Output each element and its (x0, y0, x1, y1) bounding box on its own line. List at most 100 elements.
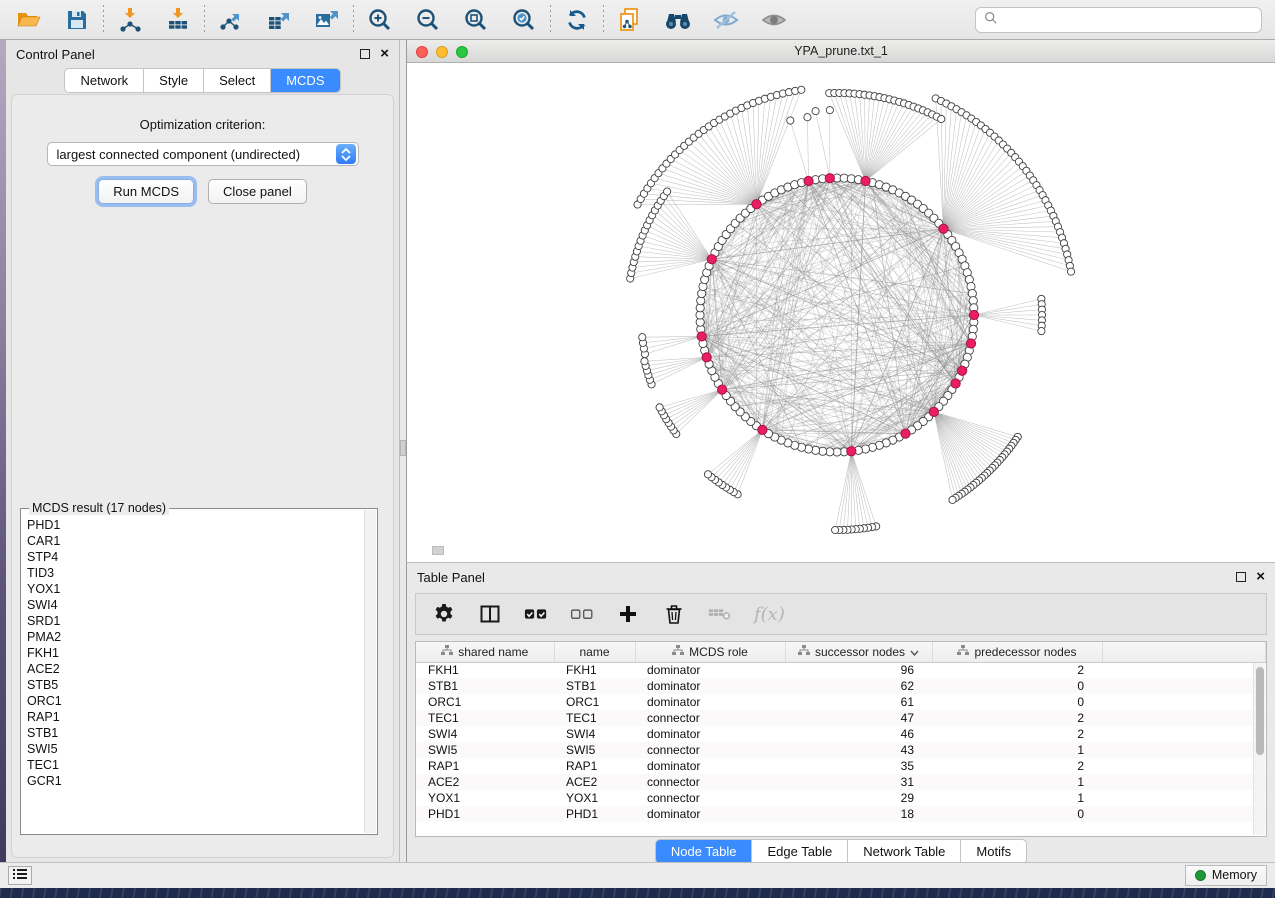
mcds-node-item[interactable]: SWI4 (27, 597, 363, 613)
memory-status-icon (1195, 870, 1206, 881)
search-input[interactable] (1004, 13, 1253, 28)
tab-edge-table[interactable]: Edge Table (752, 840, 848, 863)
tab-network[interactable]: Network (65, 69, 144, 92)
close-panel-button[interactable]: Close panel (208, 179, 307, 204)
mcds-node-item[interactable]: PMA2 (27, 629, 363, 645)
mcds-result-scrollbar[interactable] (364, 510, 376, 833)
optimization-criterion-label: Optimization criterion: (12, 117, 393, 132)
toolbar-separator (204, 5, 205, 35)
table-scrollbar[interactable] (1253, 663, 1265, 835)
table-row[interactable]: TEC1TEC1connector472 (416, 710, 1266, 726)
memory-button[interactable]: Memory (1185, 865, 1267, 886)
table-row[interactable]: SWI4SWI4dominator462 (416, 726, 1266, 742)
mcds-node-item[interactable]: PHD1 (27, 517, 363, 533)
mcds-node-item[interactable]: TEC1 (27, 757, 363, 773)
control-panel-header: Control Panel × (6, 40, 399, 68)
control-panel: Control Panel × NetworkStyleSelectMCDS O… (6, 40, 400, 862)
tab-select[interactable]: Select (204, 69, 271, 92)
table-row[interactable]: ACE2ACE2connector311 (416, 774, 1266, 790)
network-titlebar[interactable]: YPA_prune.txt_1 (407, 40, 1275, 63)
sort-descending-icon[interactable] (910, 645, 919, 659)
column-header-MCDS-role[interactable]: MCDS role (635, 642, 785, 662)
export-network-icon[interactable] (210, 4, 252, 36)
mcds-node-item[interactable]: SWI5 (27, 741, 363, 757)
mcds-node-item[interactable]: STB5 (27, 677, 363, 693)
mcds-node-item[interactable]: FKH1 (27, 645, 363, 661)
table-row[interactable]: PHD1PHD1dominator180 (416, 806, 1266, 822)
tree-icon (957, 645, 969, 659)
table-row[interactable]: YOX1YOX1connector291 (416, 790, 1266, 806)
table-row[interactable]: FKH1FKH1dominator962 (416, 662, 1266, 678)
network-canvas[interactable] (407, 63, 1275, 561)
import-network-icon[interactable] (109, 4, 151, 36)
network-graph[interactable] (407, 63, 1275, 561)
duplicate-network-icon[interactable] (609, 4, 651, 36)
minimize-window-icon[interactable] (436, 46, 448, 58)
tab-style[interactable]: Style (144, 69, 204, 92)
table-row[interactable]: RAP1RAP1dominator352 (416, 758, 1266, 774)
search-binoculars-icon[interactable] (657, 4, 699, 36)
mcds-node-item[interactable]: STB1 (27, 725, 363, 741)
criterion-dropdown[interactable]: largest connected component (undirected) (47, 142, 359, 166)
table-row[interactable]: SWI5SWI5connector431 (416, 742, 1266, 758)
show-all-icon[interactable] (753, 4, 795, 36)
hide-selected-icon[interactable] (705, 4, 747, 36)
delete-table-icon (708, 602, 732, 626)
column-header-successor-nodes[interactable]: successor nodes (785, 642, 932, 662)
export-image-icon[interactable] (306, 4, 348, 36)
zoom-in-icon[interactable] (359, 4, 401, 36)
node-table[interactable]: shared namenameMCDS rolesuccessor nodesp… (415, 641, 1267, 837)
float-panel-icon[interactable] (360, 49, 370, 59)
refresh-view-icon[interactable] (556, 4, 598, 36)
tab-mcds[interactable]: MCDS (271, 69, 339, 92)
close-table-panel-icon[interactable]: × (1256, 572, 1265, 582)
save-session-icon[interactable] (56, 4, 98, 36)
zoom-out-icon[interactable] (407, 4, 449, 36)
mcds-node-item[interactable]: ACE2 (27, 661, 363, 677)
run-mcds-button[interactable]: Run MCDS (98, 179, 194, 204)
table-scrollbar-thumb[interactable] (1256, 667, 1264, 755)
mcds-result-list[interactable]: PHD1CAR1STP4TID3YOX1SWI4SRD1PMA2FKH1ACE2… (27, 517, 363, 832)
mcds-node-item[interactable]: ORC1 (27, 693, 363, 709)
toolbar-separator (550, 5, 551, 35)
tree-icon (798, 645, 810, 659)
tab-motifs[interactable]: Motifs (961, 840, 1026, 863)
search-box[interactable] (975, 7, 1262, 33)
mcds-node-item[interactable]: STP4 (27, 549, 363, 565)
status-bar: Memory (0, 862, 1275, 888)
tab-node-table[interactable]: Node Table (656, 840, 753, 863)
table-tabs: Node TableEdge TableNetwork TableMotifs (407, 839, 1275, 864)
float-table-panel-icon[interactable] (1236, 572, 1246, 582)
table-panel: Table Panel × f(x) shared namenameMCDS r… (406, 562, 1275, 862)
mcds-node-item[interactable]: YOX1 (27, 581, 363, 597)
column-header-predecessor-nodes[interactable]: predecessor nodes (932, 642, 1102, 662)
mcds-node-item[interactable]: CAR1 (27, 533, 363, 549)
gear-icon[interactable] (432, 602, 456, 626)
zoom-selected-icon[interactable] (503, 4, 545, 36)
mcds-node-item[interactable]: RAP1 (27, 709, 363, 725)
delete-column-icon[interactable] (662, 602, 686, 626)
search-icon (984, 11, 998, 30)
add-column-icon[interactable] (616, 602, 640, 626)
export-table-icon[interactable] (258, 4, 300, 36)
column-header-shared-name[interactable]: shared name (416, 642, 554, 662)
maximize-window-icon[interactable] (456, 46, 468, 58)
deselect-all-icon[interactable] (570, 602, 594, 626)
zoom-fit-icon[interactable] (455, 4, 497, 36)
mcds-node-item[interactable]: GCR1 (27, 773, 363, 789)
tab-network-table[interactable]: Network Table (848, 840, 961, 863)
table-row[interactable]: STB1STB1dominator620 (416, 678, 1266, 694)
close-panel-icon[interactable]: × (380, 49, 389, 59)
import-table-icon[interactable] (157, 4, 199, 36)
list-icon (13, 868, 27, 883)
horizontal-splitter-grip[interactable] (432, 546, 444, 555)
open-file-icon[interactable] (8, 4, 50, 36)
close-window-icon[interactable] (416, 46, 428, 58)
mcds-node-item[interactable]: TID3 (27, 565, 363, 581)
select-all-icon[interactable] (524, 602, 548, 626)
column-header-name[interactable]: name (554, 642, 635, 662)
table-row[interactable]: ORC1ORC1dominator610 (416, 694, 1266, 710)
task-history-button[interactable] (8, 866, 32, 885)
column-layout-icon[interactable] (478, 602, 502, 626)
mcds-node-item[interactable]: SRD1 (27, 613, 363, 629)
